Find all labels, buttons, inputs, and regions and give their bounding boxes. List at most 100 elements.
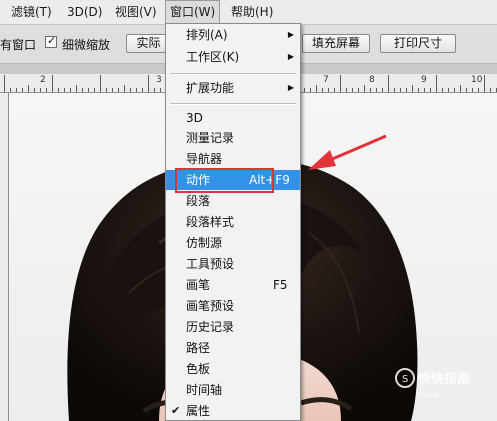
menu-separator	[170, 73, 296, 75]
ruler-label: 7	[323, 75, 329, 85]
ruler-tick	[448, 88, 449, 92]
ruler-tick	[106, 88, 107, 92]
ruler-tick	[484, 75, 485, 92]
ruler-tick	[130, 88, 131, 92]
menu-3d[interactable]: 3D(D)	[67, 0, 102, 24]
menu-view[interactable]: 视图(V)	[115, 0, 157, 24]
menu-item-3d[interactable]: 3D	[166, 108, 300, 128]
ruler-tick	[454, 88, 455, 92]
menu-filter[interactable]: 滤镜(T)	[11, 0, 52, 24]
menu-item-paragraph[interactable]: 段落	[166, 191, 300, 211]
ruler-tick	[472, 88, 473, 92]
ruler-tick	[94, 88, 95, 92]
ruler-tick	[148, 75, 149, 92]
menu-item-label: 画笔预设	[186, 299, 235, 313]
menu-item-label: 属性	[186, 404, 211, 418]
ruler-tick	[46, 88, 47, 92]
ruler-label: 9	[421, 75, 427, 85]
ruler-tick	[412, 85, 413, 92]
ruler-label: 8	[369, 75, 375, 85]
ruler-tick	[358, 88, 359, 92]
menu-item-swatches[interactable]: 色板	[166, 359, 300, 379]
menu-item-label: 段落	[186, 194, 211, 208]
ruler-tick	[154, 88, 155, 92]
ruler-tick	[352, 88, 353, 92]
ruler-tick	[40, 88, 41, 92]
ruler-tick	[160, 88, 161, 92]
ruler-tick	[64, 88, 65, 92]
ruler-tick	[28, 85, 29, 92]
ruler-tick	[460, 85, 461, 92]
ruler-tick	[442, 88, 443, 92]
ruler-tick	[406, 88, 407, 92]
menu-item-measurement-log[interactable]: 测量记录	[166, 128, 300, 148]
menu-item-label: 3D	[186, 111, 203, 125]
fill-screen-button[interactable]: 填充屏幕	[302, 34, 370, 53]
ruler-tick	[322, 88, 323, 92]
menu-window[interactable]: 窗口(W)	[165, 0, 221, 23]
ruler-tick	[136, 88, 137, 92]
menu-separator	[170, 103, 296, 105]
ruler-tick	[316, 85, 317, 92]
watermark-brand: 快快指南	[418, 371, 470, 387]
menu-item-shortcut: F5	[273, 278, 288, 292]
ruler-tick	[58, 88, 59, 92]
menu-help[interactable]: 帮助(H)	[231, 0, 273, 24]
print-size-button[interactable]: 打印尺寸	[380, 34, 456, 53]
ruler-tick	[400, 88, 401, 92]
ruler-tick	[340, 75, 341, 92]
ruler-tick	[124, 85, 125, 92]
ruler-tick	[82, 88, 83, 92]
ruler-tick	[478, 88, 479, 92]
ruler-tick	[382, 88, 383, 92]
menu-item-navigator[interactable]: 导航器	[166, 149, 300, 169]
ruler-tick	[16, 88, 17, 92]
menu-item-brush-presets[interactable]: 画笔预设	[166, 296, 300, 316]
ruler-tick	[304, 88, 305, 92]
menu-item-label: 历史记录	[186, 320, 235, 334]
menu-item-extensions[interactable]: 扩展功能 ▶	[166, 78, 300, 98]
checkmark-icon: ✔	[171, 404, 181, 417]
ruler-tick	[34, 88, 35, 92]
menu-item-brush[interactable]: 画笔 F5	[166, 275, 300, 295]
menu-item-label: 时间轴	[186, 383, 223, 397]
ruler-label: 2	[40, 75, 46, 85]
menu-item-label: 路径	[186, 341, 211, 355]
menu-item-workspace[interactable]: 工作区(K) ▶	[166, 47, 300, 67]
ruler-tick	[424, 88, 425, 92]
scrubby-zoom-checkbox[interactable]: ✓	[45, 34, 57, 48]
menu-item-label: 扩展功能	[186, 81, 235, 95]
red-arrow-icon	[308, 134, 387, 170]
ruler-tick	[430, 88, 431, 92]
menu-item-arrange[interactable]: 排列(A) ▶	[166, 25, 300, 45]
menu-item-history[interactable]: 历史记录	[166, 317, 300, 337]
triangle-right-icon: ▶	[287, 30, 294, 39]
menu-item-properties[interactable]: ✔ 属性	[166, 401, 300, 420]
window-menu-dropdown: 排列(A) ▶ 工作区(K) ▶ 扩展功能 ▶ 3D 测量记录 导航器 动作 A…	[165, 23, 301, 421]
menu-item-label: 画笔	[186, 278, 211, 292]
ruler-tick	[370, 88, 371, 92]
ruler-tick	[394, 88, 395, 92]
menu-item-clone-source[interactable]: 仿制源	[166, 233, 300, 253]
svg-text:S: S	[402, 374, 408, 385]
menu-item-paths[interactable]: 路径	[166, 338, 300, 358]
ruler-tick	[466, 88, 467, 92]
ruler-tick	[418, 88, 419, 92]
ruler-tick	[436, 75, 437, 92]
ruler-tick	[310, 88, 311, 92]
ruler-label: 10	[471, 75, 483, 85]
menu-bar: 滤镜(T) 3D(D) 视图(V) 窗口(W) 帮助(H)	[0, 0, 497, 25]
ruler-tick	[142, 88, 143, 92]
ruler-tick	[88, 88, 89, 92]
ruler-tick	[328, 88, 329, 92]
ruler-tick	[346, 88, 347, 92]
menu-item-label: 导航器	[186, 152, 223, 166]
menu-item-paragraph-styles[interactable]: 段落样式	[166, 212, 300, 232]
menu-item-label: 段落样式	[186, 215, 235, 229]
ruler-tick	[490, 88, 491, 92]
menu-item-tool-presets[interactable]: 工具预设	[166, 254, 300, 274]
menu-item-label: 工具预设	[186, 257, 235, 271]
watermark-domain: zhinan...	[416, 390, 450, 399]
ruler-tick	[22, 88, 23, 92]
menu-item-timeline[interactable]: 时间轴	[166, 380, 300, 400]
